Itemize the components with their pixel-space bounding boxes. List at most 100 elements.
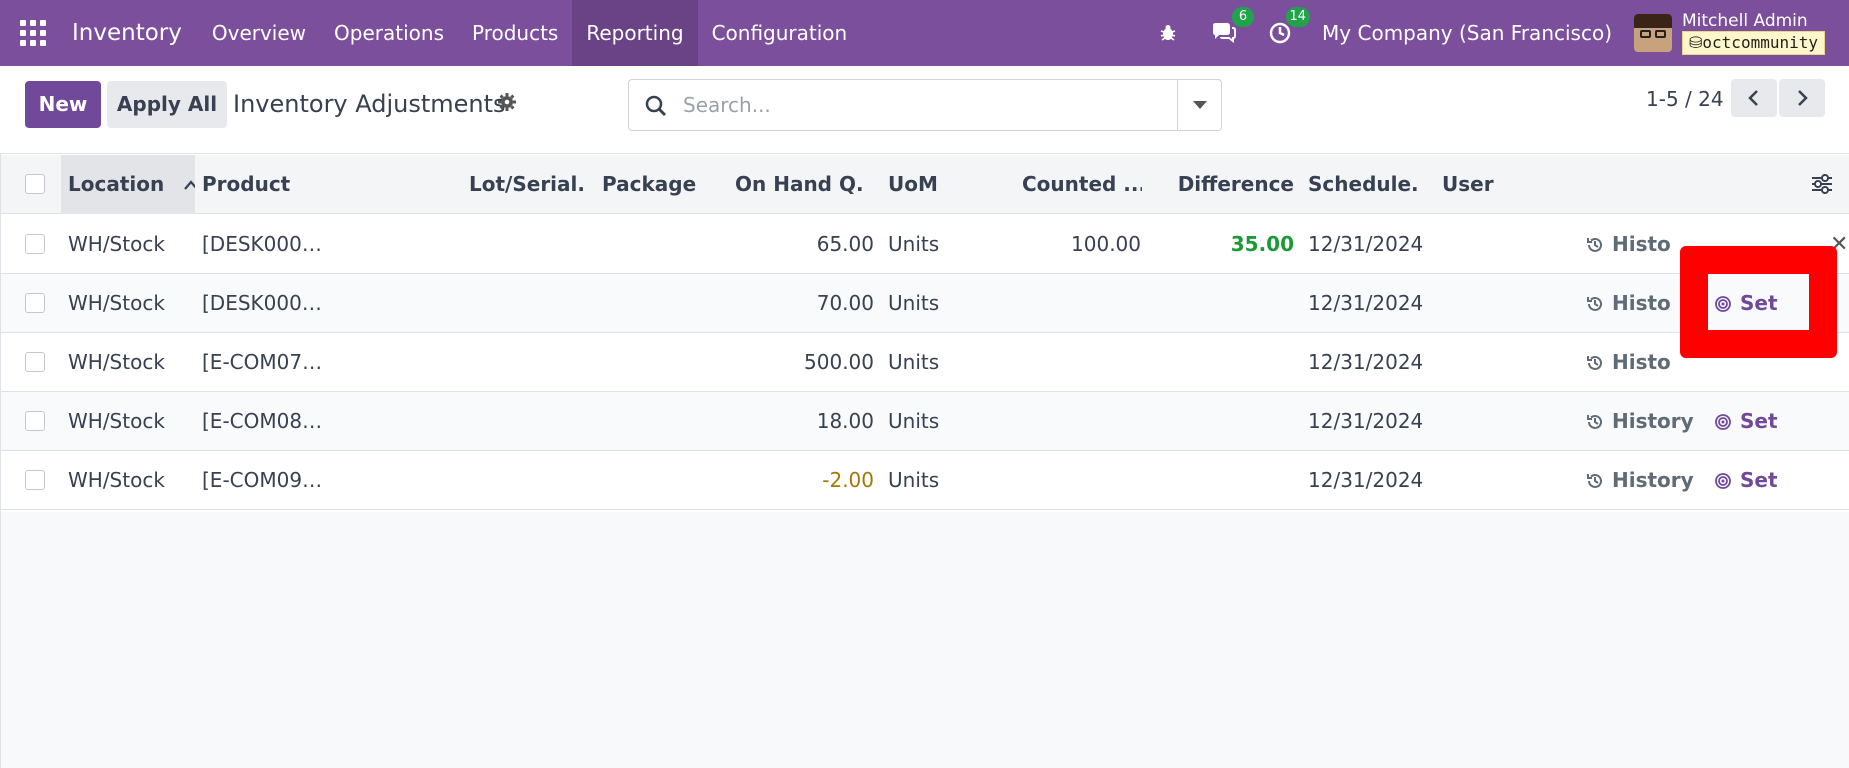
table-row[interactable]: WH/Stock [DESK000… 70.00 Units 12/31/202… [0,274,1849,333]
history-button[interactable]: Histo [1586,333,1671,392]
cell-product: [DESK000… [202,232,322,256]
menu-configuration[interactable]: Configuration [698,0,862,66]
search-input[interactable] [683,88,1153,122]
cell-uom: Units [888,350,940,374]
page-title: Inventory Adjustments [233,90,506,118]
history-button[interactable]: Histo [1586,215,1671,274]
cell-scheduled-date: 12/31/2024 [1308,232,1424,256]
history-icon [1587,473,1602,488]
search-icon [645,95,666,116]
chevron-left-icon [1748,90,1758,106]
cell-counted[interactable]: 100.00 [1022,215,1141,274]
history-button[interactable]: History [1586,451,1694,510]
new-button[interactable]: New [25,81,101,128]
user-avatar[interactable] [1634,14,1672,52]
cell-location: WH/Stock [68,409,165,433]
set-button[interactable]: Set [1714,274,1778,333]
menu-operations[interactable]: Operations [320,0,458,66]
pager-value[interactable]: 1-5 / 24 [1646,87,1724,111]
cell-product: [DESK000… [202,291,322,315]
column-on-hand-quantity[interactable]: On Hand Q... [735,155,865,214]
chevron-right-icon [1798,90,1808,106]
control-panel: New Apply All Inventory Adjustments 1-5 … [0,66,1849,154]
menu-reporting[interactable]: Reporting [572,0,698,66]
target-bullseye-icon [1715,295,1731,312]
history-icon [1587,296,1602,311]
menu-products[interactable]: Products [458,0,572,66]
database-name: ⛁octcommunity [1682,31,1825,55]
clear-count-close-icon[interactable]: ✕ [1830,215,1848,274]
cell-on-hand: 65.00 [816,232,874,256]
messages-icon[interactable]: 6 [1210,7,1255,47]
row-checkbox[interactable] [25,411,45,431]
menu-overview[interactable]: Overview [198,0,320,66]
set-button[interactable]: Set [1714,451,1778,510]
search-options-dropdown-toggle[interactable] [1177,80,1221,130]
history-button[interactable]: History [1586,392,1694,451]
column-counted-quantity[interactable]: Counted ... [1022,155,1142,214]
search-bar [628,79,1222,131]
table-header: Location Product Lot/Serial... Package O… [0,155,1849,214]
app-menu-icon[interactable] [20,20,60,46]
history-button[interactable]: Histo [1586,274,1671,333]
company-switcher[interactable]: My Company (San Francisco) [1322,21,1612,45]
target-bullseye-icon [1715,472,1731,489]
row-checkbox[interactable] [25,293,45,313]
database-icon: ⛁ [1689,33,1703,52]
pager-next-button[interactable] [1779,79,1825,117]
cell-scheduled-date: 12/31/2024 [1308,350,1424,374]
cell-uom: Units [888,232,940,256]
column-product[interactable]: Product [202,155,452,214]
history-icon [1587,237,1602,252]
top-navbar: Inventory Overview Operations Products R… [0,0,1849,66]
column-package[interactable]: Package [602,155,702,214]
cell-scheduled-date: 12/31/2024 [1308,468,1424,492]
cell-on-hand: 18.00 [816,409,874,433]
table-row[interactable]: WH/Stock [E-COM09… -2.00 Units 12/31/202… [0,451,1849,510]
column-uom[interactable]: UoM [888,155,988,214]
cell-on-hand: 500.00 [804,350,874,374]
set-button[interactable]: Set [1714,392,1778,451]
debug-bug-icon[interactable] [1154,19,1182,47]
cell-difference: 35.00 [1230,232,1294,256]
row-checkbox[interactable] [25,470,45,490]
left-border-divider [0,154,1,768]
target-bullseye-icon [1715,413,1731,430]
apply-all-button[interactable]: Apply All [107,81,227,128]
select-all-checkbox[interactable] [25,174,45,194]
history-icon [1587,355,1602,370]
activity-clock-icon[interactable]: 14 [1266,7,1311,47]
column-lot-serial[interactable]: Lot/Serial... [469,155,587,214]
column-scheduled-date[interactable]: Schedule... [1308,155,1420,214]
table-row[interactable]: WH/Stock [DESK000… 65.00 Units 100.00 35… [0,215,1849,274]
row-checkbox[interactable] [25,352,45,372]
cell-location: WH/Stock [68,350,165,374]
pager-previous-button[interactable] [1731,79,1777,117]
table-row[interactable]: WH/Stock [E-COM07… 500.00 Units 12/31/20… [0,333,1849,392]
cell-product: [E-COM07… [202,350,322,374]
table-row[interactable]: WH/Stock [E-COM08… 18.00 Units 12/31/202… [0,392,1849,451]
column-user[interactable]: User [1442,155,1542,214]
cell-uom: Units [888,291,940,315]
column-location[interactable]: Location [61,155,195,214]
optional-columns-sliders-icon[interactable] [1810,173,1834,195]
user-menu[interactable]: Mitchell Admin ⛁octcommunity [1682,11,1825,55]
cell-product: [E-COM09… [202,468,322,492]
cell-location: WH/Stock [68,291,165,315]
cell-on-hand: -2.00 [822,468,874,492]
messages-badge: 6 [1232,7,1255,27]
cell-scheduled-date: 12/31/2024 [1308,291,1424,315]
list-empty-area [0,512,1849,768]
cell-location: WH/Stock [68,232,165,256]
gear-icon[interactable] [497,92,519,114]
user-name: Mitchell Admin [1682,11,1808,31]
row-checkbox[interactable] [25,234,45,254]
app-brand[interactable]: Inventory [72,20,182,46]
cell-location: WH/Stock [68,468,165,492]
history-icon [1587,414,1602,429]
cell-uom: Units [888,409,940,433]
activities-badge: 14 [1285,7,1311,27]
sort-ascending-icon [184,180,195,190]
column-difference[interactable]: Difference [1160,155,1294,214]
cell-uom: Units [888,468,940,492]
